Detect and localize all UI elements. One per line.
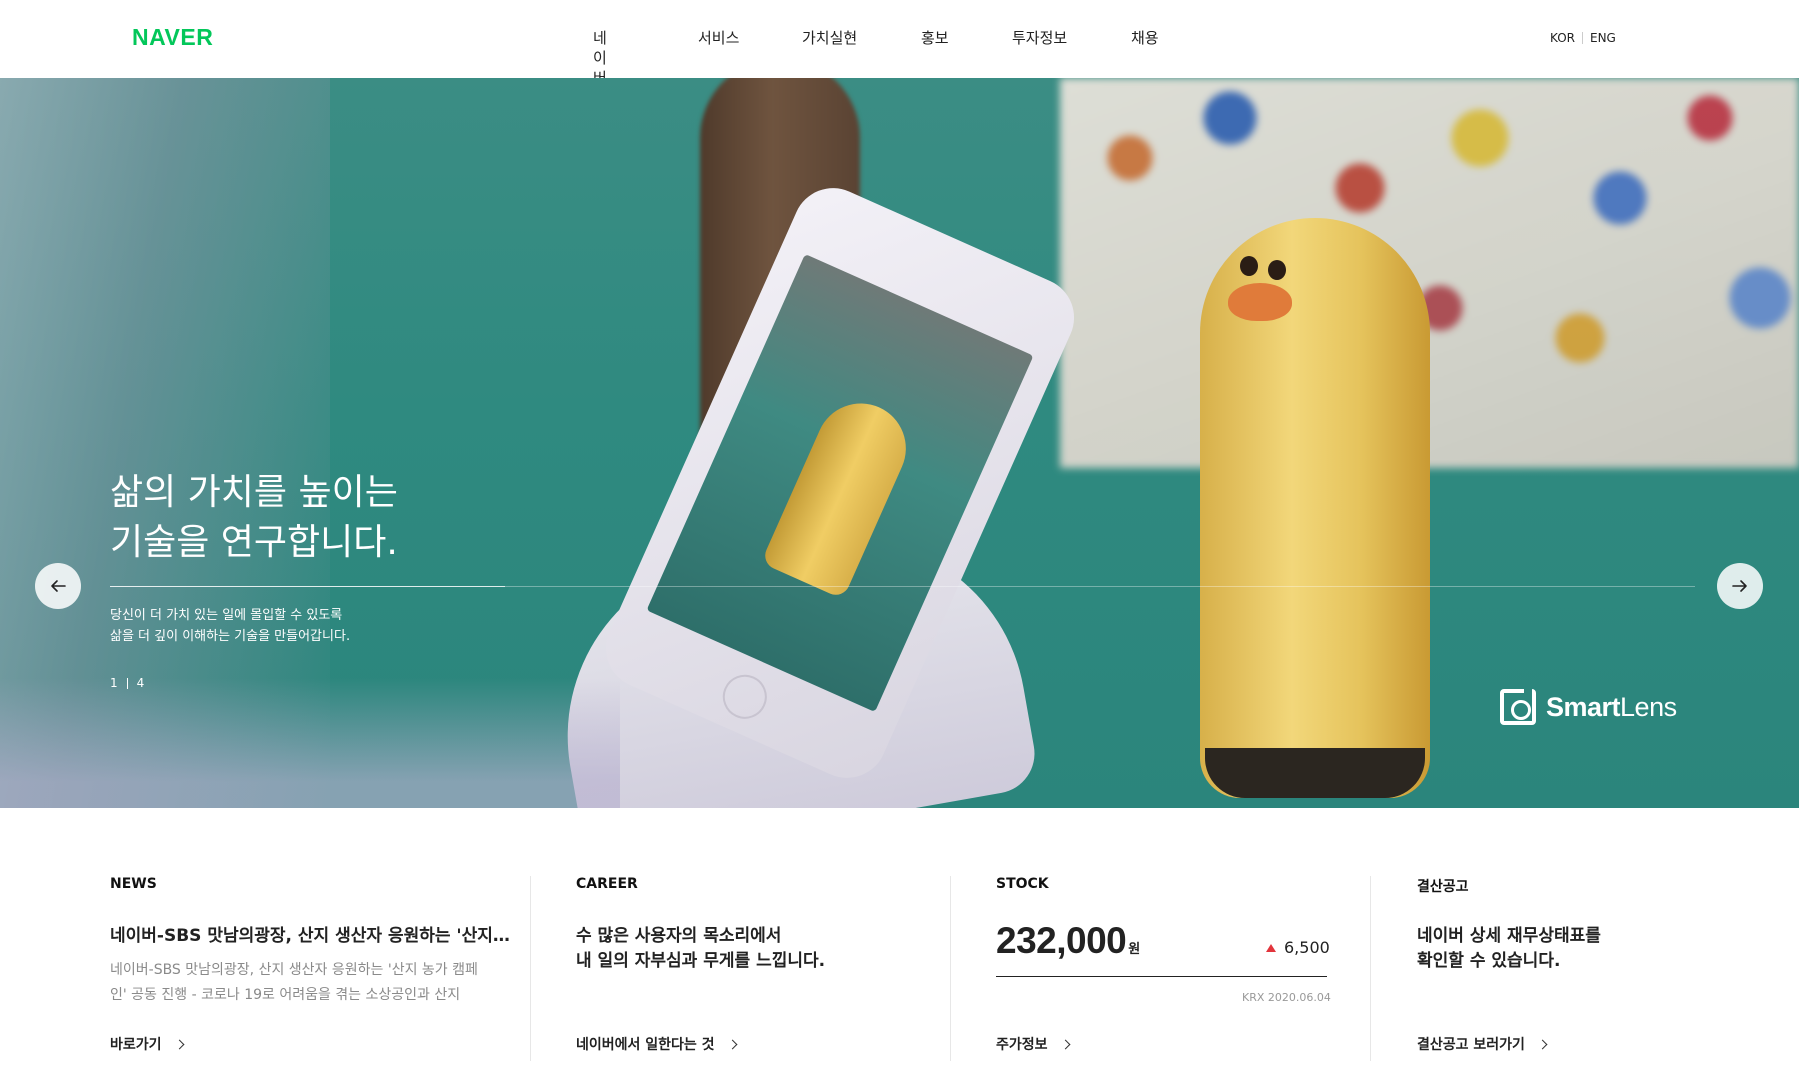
prev-slide-button[interactable] (35, 563, 81, 609)
arrow-right-icon (1732, 580, 1747, 592)
chevron-right-icon (727, 1039, 738, 1049)
stock-label: STOCK (996, 876, 1049, 892)
stock-card: STOCK 232,000 원 6,500 KRX 2020.06.04 주가정보 (950, 808, 1370, 1077)
pager-divider (126, 677, 128, 689)
phone-home-button (715, 667, 774, 726)
news-more-link[interactable]: 바로가기 (110, 1034, 184, 1054)
news-headline[interactable]: 네이버-SBS 맛남의광장, 산지 생산자 응원하는 '산지 농… (110, 924, 510, 949)
career-label: CAREER (576, 876, 638, 892)
stock-more-link[interactable]: 주가정보 (996, 1034, 1070, 1054)
hero-desc-line1: 당신이 더 가치 있는 일에 몰입할 수 있도록 (110, 608, 343, 623)
hero-bg-bottom (0, 678, 620, 808)
career-card: CAREER 수 많은 사용자의 목소리에서 내 일의 자부심과 무게를 느낍니… (530, 808, 950, 1077)
nav-item-services[interactable]: 서비스 (698, 28, 739, 48)
nav-item-value[interactable]: 가치실현 (802, 28, 857, 48)
stock-date: KRX 2020.06.04 (1242, 991, 1331, 1004)
career-headline-line2: 내 일의 자부심과 무게를 느낍니다. (576, 951, 826, 971)
stock-price-unit: 원 (1128, 941, 1140, 956)
hero-sally-base (1205, 748, 1425, 798)
sally-eye-right (1268, 260, 1286, 280)
hero-pager: 1 4 (110, 676, 144, 690)
stock-change: 6,500 (1266, 938, 1330, 957)
smartlens-badge: SmartLens (1500, 689, 1677, 725)
smartlens-label-smart: Smart (1546, 691, 1621, 722)
smartlens-label: SmartLens (1546, 692, 1677, 723)
hero-desc-line2: 삶을 더 깊이 이해하는 기술을 만들어갑니다. (110, 629, 351, 644)
lang-kor[interactable]: KOR (1550, 31, 1575, 45)
hero-banner: 삶의 가치를 높이는 기술을 연구합니다. 당신이 더 가치 있는 일에 몰입할… (0, 78, 1799, 808)
stock-more-label: 주가정보 (996, 1037, 1048, 1053)
career-headline-line1: 수 많은 사용자의 목소리에서 (576, 926, 782, 946)
stock-change-value: 6,500 (1284, 938, 1330, 957)
career-more-link[interactable]: 네이버에서 일한다는 것 (576, 1034, 738, 1054)
global-header: NAVER 네이버 서비스 가치실현 홍보 투자정보 채용 KOR ENG (0, 0, 1799, 87)
naver-logo[interactable]: NAVER (132, 24, 213, 51)
nav-item-pr[interactable]: 홍보 (921, 28, 949, 48)
report-headline-line2: 확인할 수 있습니다. (1417, 951, 1561, 971)
news-label: NEWS (110, 876, 157, 892)
career-headline: 수 많은 사용자의 목소리에서 내 일의 자부심과 무게를 느낍니다. (576, 924, 825, 974)
next-slide-button[interactable] (1717, 563, 1763, 609)
hero-progress-active (110, 586, 505, 587)
chevron-right-icon (1537, 1039, 1548, 1049)
report-more-label: 결산공고 보러가기 (1417, 1037, 1525, 1053)
info-cards: NEWS 네이버-SBS 맛남의광장, 산지 생산자 응원하는 '산지 농… 네… (0, 808, 1799, 1077)
news-summary: 네이버-SBS 맛남의광장, 산지 생산자 응원하는 '산지 농가 캠페인' 공… (110, 962, 478, 1003)
chevron-right-icon (174, 1039, 184, 1049)
camera-lens-icon (1500, 689, 1536, 725)
stock-price: 232,000 원 (996, 920, 1140, 962)
lang-divider (1582, 32, 1583, 44)
pager-total: 4 (136, 676, 145, 690)
career-more-label: 네이버에서 일한다는 것 (576, 1037, 715, 1053)
hero-progress-track (505, 586, 1695, 587)
stock-divider (996, 976, 1327, 977)
report-more-link[interactable]: 결산공고 보러가기 (1417, 1034, 1548, 1054)
language-switch: KOR ENG (1550, 31, 1616, 45)
news-more-label: 바로가기 (110, 1037, 162, 1053)
hero-title: 삶의 가치를 높이는 기술을 연구합니다. (110, 468, 630, 568)
stock-price-value: 232,000 (996, 920, 1127, 961)
report-card: 결산공고 네이버 상세 재무상태표를 확인할 수 있습니다. 결산공고 보러가기 (1370, 808, 1790, 1077)
report-label: 결산공고 (1417, 879, 1469, 895)
news-card: NEWS 네이버-SBS 맛남의광장, 산지 생산자 응원하는 '산지 농… 네… (0, 808, 530, 1077)
nav-item-ir[interactable]: 투자정보 (1012, 28, 1067, 48)
arrow-left-icon (51, 580, 66, 592)
report-headline: 네이버 상세 재무상태표를 확인할 수 있습니다. (1417, 924, 1601, 974)
chevron-right-icon (1060, 1039, 1070, 1049)
phone-screen-figure (760, 389, 921, 600)
pager-current: 1 (110, 676, 118, 690)
report-headline-line1: 네이버 상세 재무상태표를 (1417, 926, 1601, 946)
hero-title-line2: 기술을 연구합니다. (110, 522, 398, 563)
sally-eye-left (1240, 256, 1258, 276)
hero-description: 당신이 더 가치 있는 일에 몰입할 수 있도록 삶을 더 깊이 이해하는 기술… (110, 605, 590, 647)
lang-eng[interactable]: ENG (1590, 31, 1616, 45)
sally-beak (1228, 283, 1292, 321)
nav-item-recruit[interactable]: 채용 (1131, 28, 1159, 48)
triangle-up-icon (1266, 943, 1276, 952)
hero-title-line1: 삶의 가치를 높이는 (110, 472, 398, 513)
smartlens-label-lens: Lens (1620, 691, 1677, 722)
